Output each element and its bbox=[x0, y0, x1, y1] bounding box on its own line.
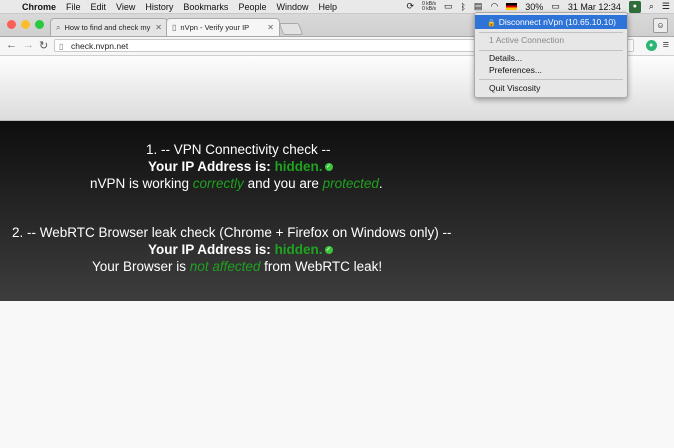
extension-icon[interactable]: ● bbox=[645, 39, 657, 51]
webrtc-ip-label: Your IP Address is: bbox=[148, 242, 271, 257]
vpn-status-protected: protected bbox=[322, 176, 379, 191]
profile-icon[interactable]: ☺ bbox=[653, 18, 668, 33]
network-speed[interactable]: 0 kB/s 0 kB/s bbox=[422, 1, 436, 12]
webrtc-ip-value: hidden. bbox=[274, 242, 323, 257]
chrome-menu-icon[interactable]: ≡ bbox=[663, 39, 669, 51]
input-language-flag-icon[interactable] bbox=[506, 3, 518, 10]
forward-icon[interactable]: → bbox=[23, 39, 34, 51]
menu-edit[interactable]: Edit bbox=[91, 2, 107, 12]
vpn-status-pre: nVPN is working bbox=[90, 176, 193, 191]
tab-find-ip[interactable]: ⌕ How to find and check my ✕ bbox=[50, 18, 168, 36]
close-tab-icon[interactable]: ✕ bbox=[155, 23, 162, 32]
menu-app-name[interactable]: Chrome bbox=[22, 2, 56, 12]
back-icon[interactable]: ← bbox=[6, 39, 17, 51]
window-controls bbox=[7, 20, 44, 29]
disconnect-menu-item[interactable]: 🔒 Disconnect nVpn (10.65.10.10) bbox=[475, 15, 627, 29]
bluetooth-icon[interactable]: ᛒ bbox=[461, 2, 466, 12]
search-icon: ⌕ bbox=[56, 22, 61, 32]
close-tab-icon[interactable]: ✕ bbox=[267, 23, 274, 32]
webrtc-ip-line: Your IP Address is: hidden. ✓ bbox=[148, 242, 674, 257]
viscosity-icon[interactable]: ● bbox=[628, 0, 641, 13]
menu-bookmarks[interactable]: Bookmarks bbox=[183, 2, 228, 12]
quit-menu-item[interactable]: Quit Viscosity bbox=[475, 81, 627, 95]
keyboard-icon[interactable]: ▤ bbox=[474, 1, 483, 12]
tab-label: nVpn - Verify your IP bbox=[180, 23, 250, 32]
viscosity-menu: 🔒 Disconnect nVpn (10.65.10.10) 1 Active … bbox=[474, 12, 628, 98]
notification-center-icon[interactable]: ☰ bbox=[662, 1, 670, 12]
zoom-window-button[interactable] bbox=[35, 20, 44, 29]
vpn-status-line: nVPN is working correctly and you are pr… bbox=[90, 176, 674, 191]
airplay-icon[interactable]: ▭ bbox=[444, 1, 453, 12]
disconnect-label: Disconnect nVpn (10.65.10.10) bbox=[498, 17, 616, 27]
webrtc-status-end: from WebRTC leak! bbox=[260, 259, 383, 274]
vpn-check-heading: 1. -- VPN Connectivity check -- bbox=[146, 142, 331, 157]
toolbar-actions: ● ≡ bbox=[645, 39, 669, 51]
menu-people[interactable]: People bbox=[238, 2, 266, 12]
results-panel: 1. -- VPN Connectivity check -- Your IP … bbox=[0, 121, 674, 301]
menu-help[interactable]: Help bbox=[318, 2, 337, 12]
sync-icon[interactable]: ⟳ bbox=[407, 1, 415, 12]
new-tab-button[interactable] bbox=[278, 23, 304, 35]
webrtc-status-line: Your Browser is not affected from WebRTC… bbox=[92, 259, 674, 274]
menu-history[interactable]: History bbox=[145, 2, 173, 12]
net-down: 0 kB/s bbox=[422, 5, 436, 12]
webrtc-check-heading: 2. -- WebRTC Browser leak check (Chrome … bbox=[12, 225, 452, 240]
spotlight-icon[interactable]: ⌕ bbox=[649, 1, 654, 12]
active-connections-item: 1 Active Connection bbox=[489, 35, 565, 45]
vpn-ip-line: Your IP Address is: hidden. ✓ bbox=[148, 159, 674, 174]
wifi-icon[interactable]: ◠ bbox=[490, 1, 498, 12]
menu-separator bbox=[479, 79, 623, 80]
page-icon: ▯ bbox=[172, 23, 177, 32]
vpn-status-end: . bbox=[378, 176, 383, 191]
menu-view[interactable]: View bbox=[116, 2, 135, 12]
check-icon: ✓ bbox=[324, 163, 333, 172]
page-info-icon[interactable]: ▯ bbox=[59, 40, 63, 53]
check-icon: ✓ bbox=[324, 246, 333, 255]
tab-nvpn-verify[interactable]: ▯ nVpn - Verify your IP ✕ bbox=[166, 18, 280, 36]
web-page: 1. -- VPN Connectivity check -- Your IP … bbox=[0, 56, 674, 448]
lock-icon: 🔒 bbox=[487, 20, 496, 27]
vpn-ip-label: Your IP Address is: bbox=[148, 159, 271, 174]
webrtc-status-not-affected: not affected bbox=[189, 259, 261, 274]
webrtc-status-pre: Your Browser is bbox=[92, 259, 190, 274]
close-window-button[interactable] bbox=[7, 20, 16, 29]
vpn-status-and: and you are bbox=[243, 176, 323, 191]
tab-label: How to find and check my bbox=[64, 23, 151, 32]
clock[interactable]: 31 Mar 12:34 bbox=[568, 2, 621, 12]
menu-file[interactable]: File bbox=[66, 2, 81, 12]
battery-percent[interactable]: 30% bbox=[525, 2, 543, 12]
address-url: check.nvpn.net bbox=[71, 41, 129, 51]
preferences-menu-item[interactable]: Preferences... bbox=[475, 63, 627, 77]
minimize-window-button[interactable] bbox=[21, 20, 30, 29]
reload-icon[interactable]: ↻ bbox=[39, 39, 48, 52]
vpn-ip-value: hidden. bbox=[274, 159, 323, 174]
vpn-status-correctly: correctly bbox=[192, 176, 244, 191]
menu-window[interactable]: Window bbox=[276, 2, 308, 12]
battery-icon[interactable]: ▭ bbox=[551, 1, 560, 12]
